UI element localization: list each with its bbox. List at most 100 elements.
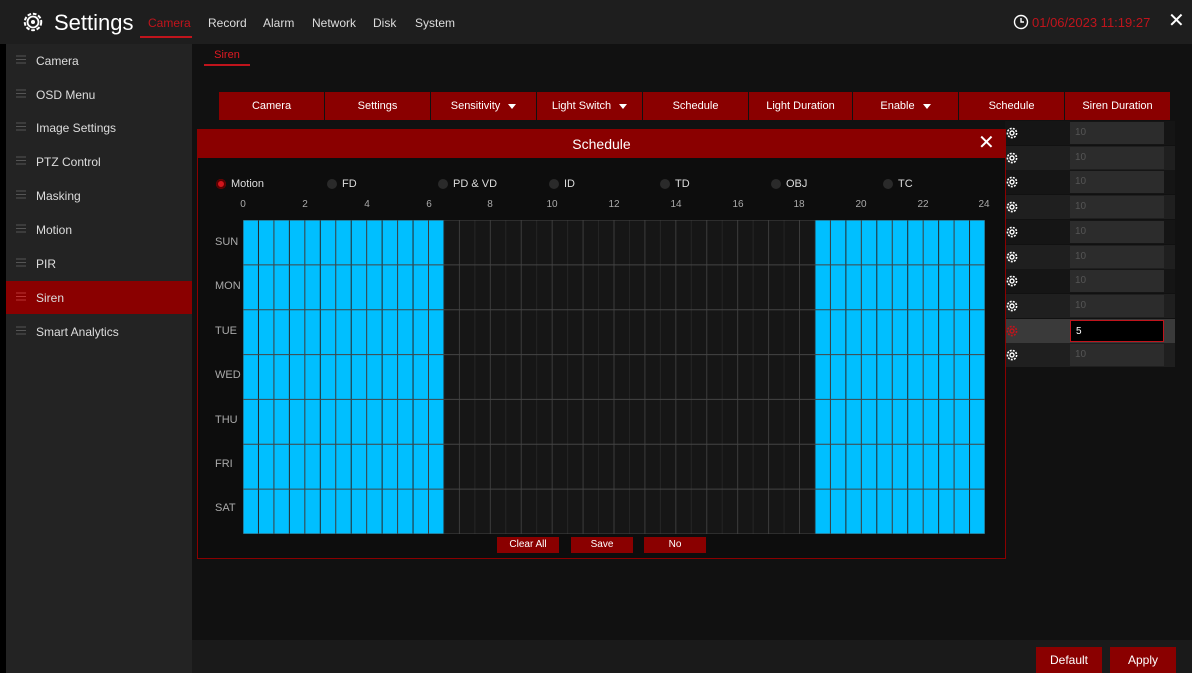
siren-duration-input[interactable]: 10	[1070, 246, 1164, 268]
col-enable[interactable]: Enable	[853, 92, 959, 120]
sidebar-item-label: Masking	[36, 189, 81, 203]
clock-icon	[1013, 14, 1029, 30]
sidebar-item-pir[interactable]: PIR	[6, 247, 192, 280]
radio-label: PD & VD	[453, 178, 498, 190]
sidebar-item-masking[interactable]: Masking	[6, 179, 192, 212]
sidebar-item-ptz-control[interactable]: PTZ Control	[6, 145, 192, 178]
col-light-duration: Light Duration	[749, 92, 853, 120]
datetime-display: 01/06/2023 11:19:27	[1032, 15, 1151, 30]
close-icon[interactable]: ✕	[978, 133, 995, 153]
sidebar-item-smart-analytics[interactable]: Smart Analytics	[6, 315, 192, 348]
radio-label: Motion	[231, 178, 265, 190]
radio-dot	[660, 179, 670, 189]
col-light-switch-label: Light Switch	[551, 100, 612, 112]
caret-down-icon	[508, 103, 517, 109]
col-sensitivity[interactable]: Sensitivity	[431, 92, 537, 120]
save-button[interactable]: Save	[571, 537, 633, 553]
schedule-block	[814, 220, 985, 534]
hour-label: 10	[546, 199, 558, 210]
day-label: MON	[215, 280, 241, 292]
caret-down-icon	[922, 103, 931, 109]
list-icon	[16, 326, 26, 335]
gear-icon[interactable]	[1006, 275, 1018, 287]
hour-label: 22	[917, 199, 929, 210]
siren-duration-input[interactable]: 10	[1070, 122, 1164, 144]
radio-dot	[438, 179, 448, 189]
schedule-block	[243, 220, 444, 534]
subtab-siren[interactable]: Siren	[206, 46, 248, 66]
hour-label: 8	[487, 199, 493, 210]
gear-icon[interactable]	[1006, 152, 1018, 164]
gear-icon[interactable]	[1006, 300, 1018, 312]
day-label: WED	[215, 369, 241, 381]
col-siren-schedule: Schedule	[959, 92, 1065, 120]
list-icon	[16, 55, 26, 64]
col-enable-label: Enable	[880, 100, 915, 112]
day-label: THU	[215, 414, 238, 426]
tab-alarm[interactable]: Alarm	[263, 16, 294, 30]
close-icon[interactable]: ✕	[1168, 11, 1185, 31]
tab-system[interactable]: System	[415, 16, 455, 30]
schedule-grid[interactable]	[243, 220, 985, 534]
radio-label: TD	[675, 178, 690, 190]
gear-icon[interactable]	[1006, 176, 1018, 188]
tab-disk[interactable]: Disk	[373, 16, 396, 30]
radio-dot	[216, 179, 226, 189]
siren-duration-input[interactable]: 10	[1070, 270, 1164, 292]
dialog-title: Schedule	[572, 136, 631, 152]
sidebar-item-label: Image Settings	[36, 121, 117, 135]
hour-label: 14	[670, 199, 682, 210]
sidebar-item-siren[interactable]: Siren	[6, 281, 192, 314]
sidebar-item-osd-menu[interactable]: OSD Menu	[6, 78, 192, 111]
gear-icon[interactable]	[1006, 226, 1018, 238]
hour-label: 0	[240, 199, 246, 210]
col-settings: Settings	[325, 92, 431, 120]
sidebar-item-motion[interactable]: Motion	[6, 213, 192, 246]
gear-icon[interactable]	[1006, 349, 1018, 361]
day-label: SUN	[215, 236, 239, 248]
sidebar-item-label: OSD Menu	[36, 88, 96, 102]
sidebar-item-label: Camera	[36, 54, 79, 68]
siren-duration-input[interactable]: 5	[1070, 320, 1164, 342]
radio-label: TC	[898, 178, 913, 190]
hour-label: 18	[793, 199, 805, 210]
active-tab-indicator	[140, 36, 192, 38]
list-icon	[16, 89, 26, 98]
list-icon	[16, 156, 26, 165]
hour-label: 20	[855, 199, 867, 210]
sidebar-item-image-settings[interactable]: Image Settings	[6, 111, 192, 144]
radio-dot	[771, 179, 781, 189]
siren-duration-input[interactable]: 10	[1070, 147, 1164, 169]
sidebar-item-camera[interactable]: Camera	[6, 44, 192, 77]
list-icon	[16, 292, 26, 301]
tab-camera[interactable]: Camera	[148, 16, 191, 30]
radio-label: FD	[342, 178, 357, 190]
hour-label: 4	[364, 199, 370, 210]
siren-duration-input[interactable]: 10	[1070, 344, 1164, 366]
gear-icon[interactable]	[1006, 325, 1018, 337]
hour-label: 12	[608, 199, 620, 210]
col-light-switch[interactable]: Light Switch	[537, 92, 643, 120]
siren-duration-input[interactable]: 10	[1070, 295, 1164, 317]
apply-button[interactable]: Apply	[1110, 647, 1176, 673]
col-siren-duration: Siren Duration	[1065, 92, 1171, 120]
gear-icon[interactable]	[1006, 251, 1018, 263]
siren-duration-input[interactable]: 10	[1070, 171, 1164, 193]
day-label: SAT	[215, 502, 236, 514]
gear-icon[interactable]	[1006, 127, 1018, 139]
gear-icon[interactable]	[1006, 201, 1018, 213]
no-button[interactable]: No	[644, 537, 706, 553]
tab-network[interactable]: Network	[312, 16, 356, 30]
radio-label: ID	[564, 178, 575, 190]
hour-label: 16	[732, 199, 744, 210]
tab-record[interactable]: Record	[208, 16, 247, 30]
hour-label: 24	[978, 199, 990, 210]
clear-all-button[interactable]: Clear All	[497, 537, 559, 553]
sidebar-item-label: Motion	[36, 223, 73, 237]
sidebar: Camera OSD Menu Image Settings PTZ Contr…	[6, 44, 192, 673]
default-button[interactable]: Default	[1036, 647, 1102, 673]
list-icon	[16, 258, 26, 267]
top-bar: Settings Camera Record Alarm Network Dis…	[0, 0, 1192, 44]
siren-duration-input[interactable]: 10	[1070, 221, 1164, 243]
siren-duration-input[interactable]: 10	[1070, 196, 1164, 218]
